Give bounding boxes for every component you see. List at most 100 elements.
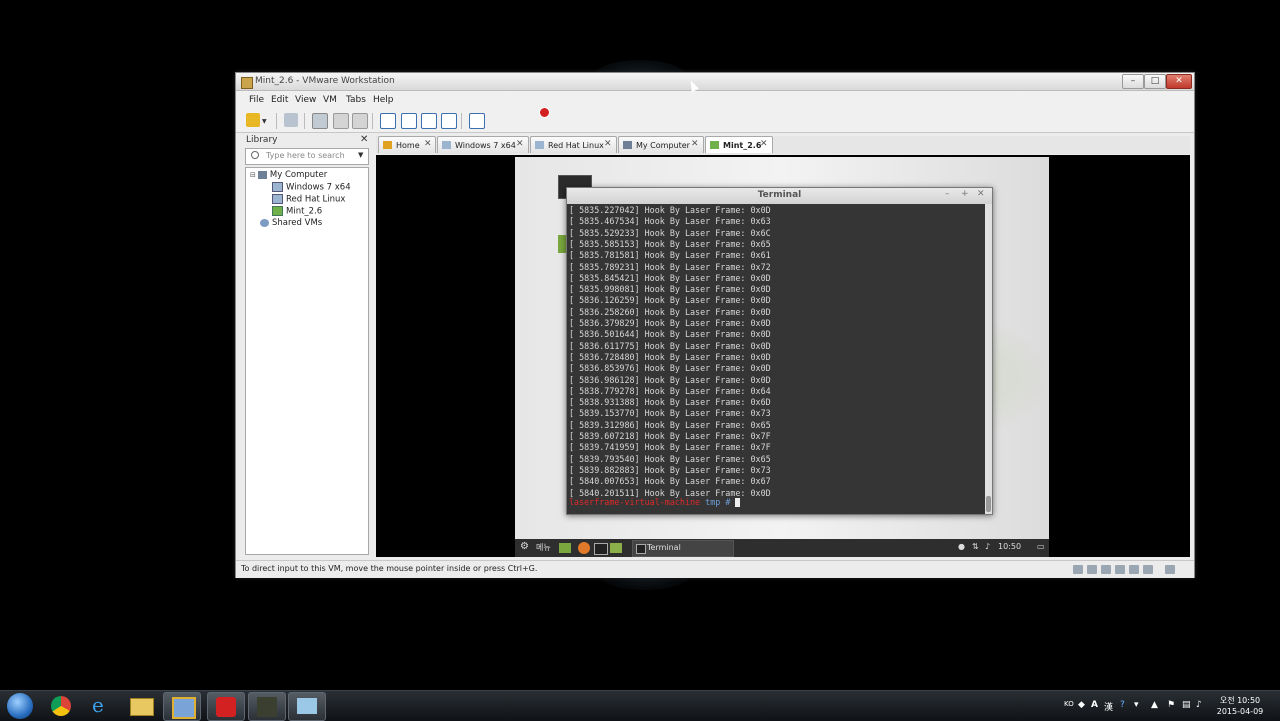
terminal-icon[interactable]: [594, 543, 608, 555]
power-icon[interactable]: [246, 113, 260, 127]
settings-icon[interactable]: ▾: [1134, 700, 1139, 710]
start-button[interactable]: [7, 693, 33, 719]
taskbar-app7[interactable]: [288, 692, 326, 721]
chevron-down-icon[interactable]: ▼: [358, 151, 363, 159]
library-search-input[interactable]: Type here to search ▼: [245, 148, 369, 165]
menu-view[interactable]: View: [295, 95, 316, 105]
console-view-icon[interactable]: [469, 113, 485, 129]
ime-mode-han[interactable]: 漢: [1104, 700, 1113, 713]
revert-snapshot-icon[interactable]: [333, 113, 349, 129]
terminal-line: [ 5836.853976] Hook By Laser Frame: 0x0D: [569, 363, 771, 374]
taskbar-terminal-button[interactable]: Terminal: [632, 540, 734, 557]
taskbar-app6[interactable]: [248, 692, 286, 721]
chevron-down-icon[interactable]: ▼: [262, 118, 267, 125]
tab-red-hat[interactable]: Red Hat Linux ✕: [530, 136, 617, 153]
terminal-title: Terminal: [757, 190, 802, 200]
guest-clock[interactable]: 10:50: [998, 542, 1021, 551]
vm-icon: [272, 194, 283, 204]
tab-close-icon[interactable]: ✕: [760, 139, 768, 149]
guest-desktop[interactable]: Terminal – + ✕ [ 5835.227042] Hook By La…: [515, 157, 1049, 557]
tab-close-icon[interactable]: ✕: [424, 139, 432, 149]
network-icon[interactable]: ⇅: [972, 542, 979, 551]
ime-mode-a[interactable]: A: [1091, 700, 1098, 710]
network-icon[interactable]: ▤: [1182, 700, 1191, 710]
library-panel: Library ✕ Type here to search ▼ ⊟ My Comp…: [242, 133, 370, 557]
snapshot-icon[interactable]: [312, 113, 328, 129]
show-windows-icon[interactable]: ▭: [1037, 542, 1045, 551]
display-icon[interactable]: [1165, 565, 1175, 574]
taskbar-recorder[interactable]: [207, 692, 245, 721]
volume-icon[interactable]: ♪: [1196, 700, 1202, 710]
sound-card-icon[interactable]: [1143, 565, 1153, 574]
show-desktop-icon[interactable]: [559, 543, 571, 553]
tab-home[interactable]: Home ✕: [378, 136, 436, 153]
language-indicator[interactable]: KO: [1064, 700, 1074, 708]
close-icon[interactable]: ✕: [977, 189, 985, 199]
tab-my-computer[interactable]: My Computer ✕: [618, 136, 704, 153]
maximize-button[interactable]: □: [1144, 74, 1166, 89]
send-ctrl-alt-del-icon[interactable]: [284, 113, 298, 127]
tab-windows-7[interactable]: Windows 7 x64 ✕: [437, 136, 529, 153]
tab-close-icon[interactable]: ✕: [691, 139, 699, 149]
help-icon[interactable]: ?: [1120, 700, 1125, 710]
library-close-icon[interactable]: ✕: [360, 134, 368, 145]
terminal-scrollbar[interactable]: [985, 204, 992, 514]
tree-item-windows-7[interactable]: Windows 7 x64: [272, 182, 351, 193]
window-titlebar[interactable]: Mint_2.6 - VMware Workstation – □ ✕: [236, 73, 1194, 91]
vm-running-icon: [710, 141, 719, 149]
menu-label[interactable]: 메뉴: [536, 542, 551, 553]
usb-icon[interactable]: [1129, 565, 1139, 574]
menu-vm[interactable]: VM: [323, 95, 337, 105]
shield-icon[interactable]: ◆: [1078, 700, 1085, 710]
terminal-line: [ 5836.379829] Hook By Laser Frame: 0x0D: [569, 318, 771, 328]
terminal-line: [ 5836.611775] Hook By Laser Frame: 0x0D: [569, 340, 771, 351]
scrollbar-thumb[interactable]: [986, 496, 991, 512]
system-clock[interactable]: 오전 10:50 2015-04-09: [1214, 695, 1266, 717]
taskbar-ie[interactable]: e: [83, 692, 119, 719]
library-tree: ⊟ My Computer Windows 7 x64 Red Hat Linux…: [245, 167, 369, 555]
show-library-icon[interactable]: [380, 113, 396, 129]
full-screen-icon[interactable]: [421, 113, 437, 129]
collapse-icon[interactable]: ⊟: [250, 171, 256, 179]
vm-console[interactable]: Terminal – + ✕ [ 5835.227042] Hook By La…: [376, 155, 1190, 557]
close-button[interactable]: ✕: [1166, 74, 1192, 89]
menu-tabs[interactable]: Tabs: [346, 95, 366, 105]
terminal-prompt[interactable]: laserframe-virtual-machine tmp #: [569, 497, 741, 508]
files-icon[interactable]: [610, 543, 622, 553]
taskbar-explorer[interactable]: [123, 692, 159, 719]
network-adapter-icon[interactable]: [1115, 565, 1125, 574]
tree-item-shared-vms[interactable]: Shared VMs: [260, 218, 322, 228]
menu-edit[interactable]: Edit: [271, 95, 288, 105]
tab-close-icon[interactable]: ✕: [604, 139, 612, 149]
terminal-line: [ 5835.467534] Hook By Laser Frame: 0x63: [569, 216, 771, 227]
tab-mint[interactable]: Mint_2.6 ✕: [705, 136, 773, 153]
user-icon[interactable]: ●: [958, 542, 965, 551]
gear-icon[interactable]: ⚙: [520, 541, 529, 552]
cd-rom-icon[interactable]: [1087, 565, 1097, 574]
menu-help[interactable]: Help: [373, 95, 394, 105]
action-center-icon[interactable]: ⚑: [1167, 700, 1175, 710]
toolbar-separator: [461, 113, 462, 129]
terminal-line: [ 5835.789231] Hook By Laser Frame: 0x72: [569, 261, 771, 272]
maximize-icon[interactable]: +: [961, 189, 969, 199]
minimize-button[interactable]: –: [1122, 74, 1144, 89]
snapshot-manager-icon[interactable]: [352, 113, 368, 129]
thumbnail-bar-icon[interactable]: [401, 113, 417, 129]
tree-item-my-computer[interactable]: ⊟ My Computer: [250, 170, 327, 180]
tree-item-mint[interactable]: Mint_2.6: [272, 206, 322, 217]
taskbar-chrome[interactable]: [43, 692, 79, 719]
menu-file[interactable]: File: [249, 95, 264, 105]
unity-icon[interactable]: [441, 113, 457, 129]
tree-item-red-hat[interactable]: Red Hat Linux: [272, 194, 345, 205]
taskbar-vmware[interactable]: [163, 692, 201, 721]
firefox-icon[interactable]: [578, 542, 590, 554]
terminal-output[interactable]: [ 5835.227042] Hook By Laser Frame: 0x0D…: [567, 204, 985, 514]
tab-close-icon[interactable]: ✕: [516, 139, 524, 149]
volume-icon[interactable]: ♪: [985, 542, 990, 551]
floppy-icon[interactable]: [1101, 565, 1111, 574]
hard-disk-icon[interactable]: [1073, 565, 1083, 574]
terminal-window[interactable]: Terminal – + ✕ [ 5835.227042] Hook By La…: [566, 187, 993, 515]
terminal-titlebar[interactable]: Terminal – + ✕: [567, 188, 992, 204]
tray-expand-icon[interactable]: ▲: [1151, 700, 1158, 710]
minimize-icon[interactable]: –: [945, 189, 950, 199]
